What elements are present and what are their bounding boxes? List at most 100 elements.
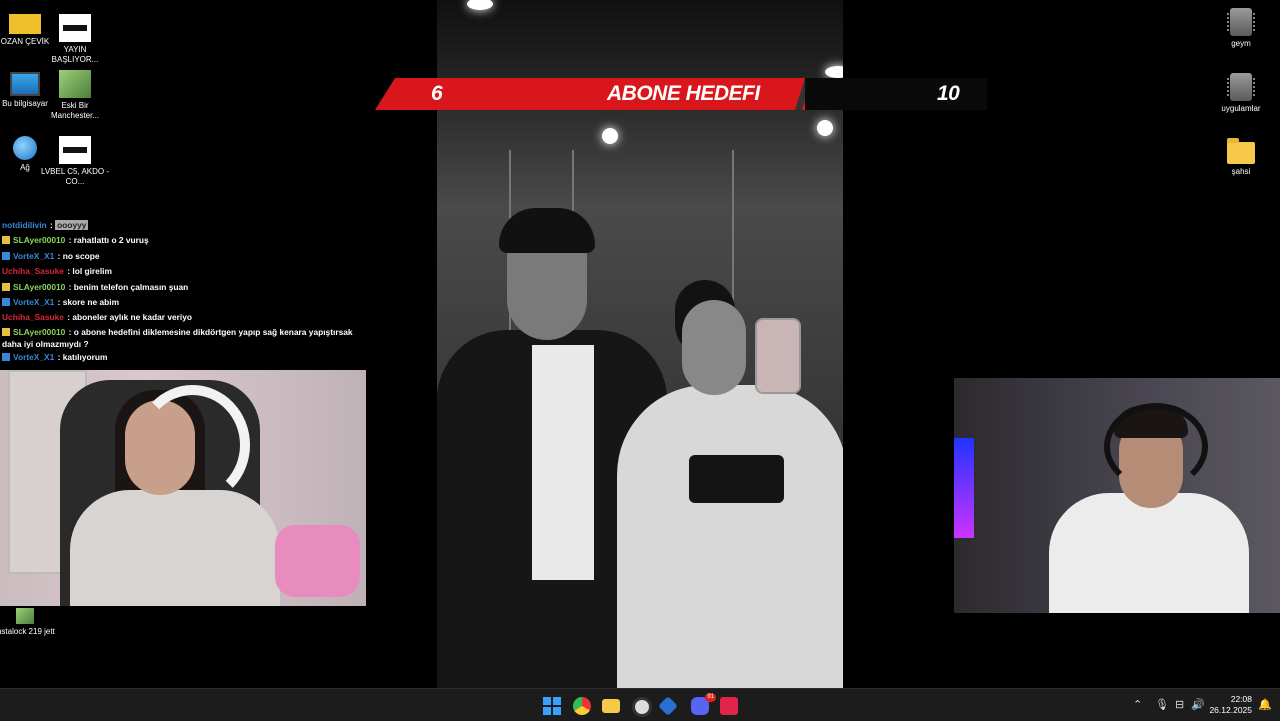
app-icon[interactable]: [720, 697, 738, 715]
goal-current: 6: [431, 82, 443, 105]
chat-separator: :: [66, 235, 74, 246]
chat-message: Uchiha_Sasuke : aboneler aylık ne kadar …: [2, 310, 364, 325]
chat-badge-icon: [2, 236, 10, 245]
streamer-shirt: [1049, 493, 1249, 613]
discord-icon[interactable]: 91: [691, 693, 716, 715]
clock-time: 22:08: [1230, 694, 1252, 704]
chat-separator: :: [47, 220, 56, 230]
chat-username: VorteX_X1: [13, 351, 55, 362]
desktop-icon-label: şahsi: [1231, 167, 1251, 176]
chat-username: VorteX_X1: [13, 250, 55, 261]
volume-icon[interactable]: 🔊: [1191, 698, 1205, 711]
chat-message: notdidilivin : oooyyy: [2, 218, 364, 233]
desktop-icon-eski-bir-manchester[interactable]: Eski Bir Manchester...: [40, 70, 110, 121]
handbag: [689, 455, 784, 503]
chat-badge-icon: [2, 352, 10, 361]
chat-username: Uchiha_Sasuke: [2, 266, 64, 277]
chat-message: Uchiha_Sasuke : lol girelim: [2, 264, 364, 279]
file-explorer-icon[interactable]: [602, 699, 620, 713]
chat-badge-icon: [2, 298, 10, 307]
notification-bell-icon[interactable]: 🔔: [1258, 698, 1272, 711]
game-launcher-icon[interactable]: [658, 696, 678, 716]
goal-target: 10: [937, 82, 960, 105]
chip-icon: [1227, 73, 1255, 101]
chat-text: lol girelim: [72, 266, 112, 277]
headset: [1104, 403, 1208, 490]
chat-separator: :: [66, 281, 74, 292]
chat-username: SLAyer00010: [13, 281, 66, 292]
desktop-icon-label: instalock 219 jett: [0, 627, 55, 636]
discord-notification-badge: 91: [705, 693, 716, 702]
chat-separator: :: [55, 250, 63, 261]
chat-message: SLAyer00010 : benim telefon çalmasın şua…: [2, 280, 364, 295]
computer-icon: [10, 72, 40, 96]
streamer-sweater: [70, 490, 280, 606]
chat-message: VorteX_X1 : no scope: [2, 249, 364, 264]
ceiling-light: [825, 66, 843, 78]
chip-icon: [1227, 8, 1255, 36]
chat-username: SLAyer00010: [13, 326, 66, 337]
image-file-icon: [16, 608, 34, 624]
chat-text: katılıyorum: [62, 351, 108, 362]
chat-username: SLAyer00010: [13, 235, 66, 246]
media-file-icon: [59, 136, 91, 164]
chat-badge-icon: [2, 327, 10, 336]
chat-text: oooyyy: [55, 220, 89, 230]
chat-message: SLAyer00010 : rahatlattı o 2 vuruş: [2, 233, 364, 248]
ceiling-light: [602, 128, 618, 144]
image-file-icon: [59, 70, 91, 98]
chat-text: aboneler aylık ne kadar veriyo: [72, 312, 193, 323]
rgb-lights: [954, 438, 974, 538]
windows-start-icon[interactable]: [543, 697, 561, 715]
desktop-icon-sahsi[interactable]: şahsi: [1206, 138, 1276, 177]
network-icon[interactable]: ⊟: [1175, 698, 1184, 711]
chrome-icon[interactable]: [573, 697, 591, 715]
microphone-icon[interactable]: 🎙: [1155, 698, 1169, 711]
desktop-icon-uygulamlar[interactable]: uygulamlar: [1206, 73, 1276, 114]
desktop-icon-yayin-basliyor[interactable]: YAYIN BAŞLIYOR...: [40, 14, 110, 65]
desktop-icon-instalock[interactable]: instalock 219 jett: [0, 608, 60, 637]
network-icon: [13, 136, 37, 160]
desktop-icon-label: YAYIN BAŞLIYOR...: [51, 45, 99, 64]
ceiling-light: [817, 120, 833, 136]
desktop-icon-label: geym: [1231, 39, 1251, 48]
chat-separator: :: [55, 297, 63, 308]
chat-separator: :: [55, 351, 63, 362]
chat-text: no scope: [62, 250, 100, 261]
desktop-icon-geym[interactable]: geym: [1206, 8, 1276, 49]
chat-username: Uchiha_Sasuke: [2, 312, 64, 323]
webcam-left: [0, 370, 366, 606]
chat-username: VorteX_X1: [13, 297, 55, 308]
phone: [755, 318, 801, 394]
subscriber-goal-bar: 6 ABONE HEDEFI 10: [375, 78, 987, 110]
video-file-icon: [59, 14, 91, 42]
chat-message: VorteX_X1 : katılıyorum: [2, 350, 364, 365]
goal-remaining: [805, 78, 987, 110]
webcam-right: [954, 378, 1280, 613]
chat-badge-icon: [2, 251, 10, 260]
pet-bed: [275, 525, 360, 597]
clock-date: 26.12.2025: [1209, 705, 1252, 715]
desktop-icon-label: uygulamlar: [1221, 104, 1261, 113]
chat-message: VorteX_X1 : skore ne abim: [2, 295, 364, 310]
chat-separator: :: [66, 326, 74, 337]
ceiling-light: [467, 0, 493, 10]
chat-text: rahatlattı o 2 vuruş: [73, 235, 149, 246]
stream-chat: notdidilivin : oooyyy SLAyer00010 : rahat…: [2, 218, 364, 365]
taskbar: 91 ⌃ 🎙 ⊟ 🔊 22:08 26.12.2025 🔔: [0, 688, 1280, 721]
system-clock[interactable]: 22:08 26.12.2025: [1209, 694, 1252, 716]
chat-message: SLAyer00010 : o abone hedefini diklemesi…: [2, 326, 364, 350]
chat-text: benim telefon çalmasın şuan: [73, 281, 189, 292]
desktop-icon-label: LVBEL C5, AKDO - CO...: [40, 167, 110, 186]
chat-badge-icon: [2, 282, 10, 291]
desktop-icon-label: Eski Bir Manchester...: [50, 101, 100, 120]
k19-shortcut-icon: K19: [1, 0, 41, 34]
chat-text: skore ne abim: [62, 297, 120, 308]
headset: [135, 385, 250, 505]
obs-icon[interactable]: [632, 697, 652, 717]
folder-icon: [1227, 138, 1255, 164]
desktop-icon-lvbel[interactable]: LVBEL C5, AKDO - CO...: [40, 136, 110, 187]
man-shirt: [532, 345, 594, 580]
chevron-up-icon[interactable]: ⌃: [1133, 698, 1142, 711]
woman-jacket: [617, 385, 843, 688]
